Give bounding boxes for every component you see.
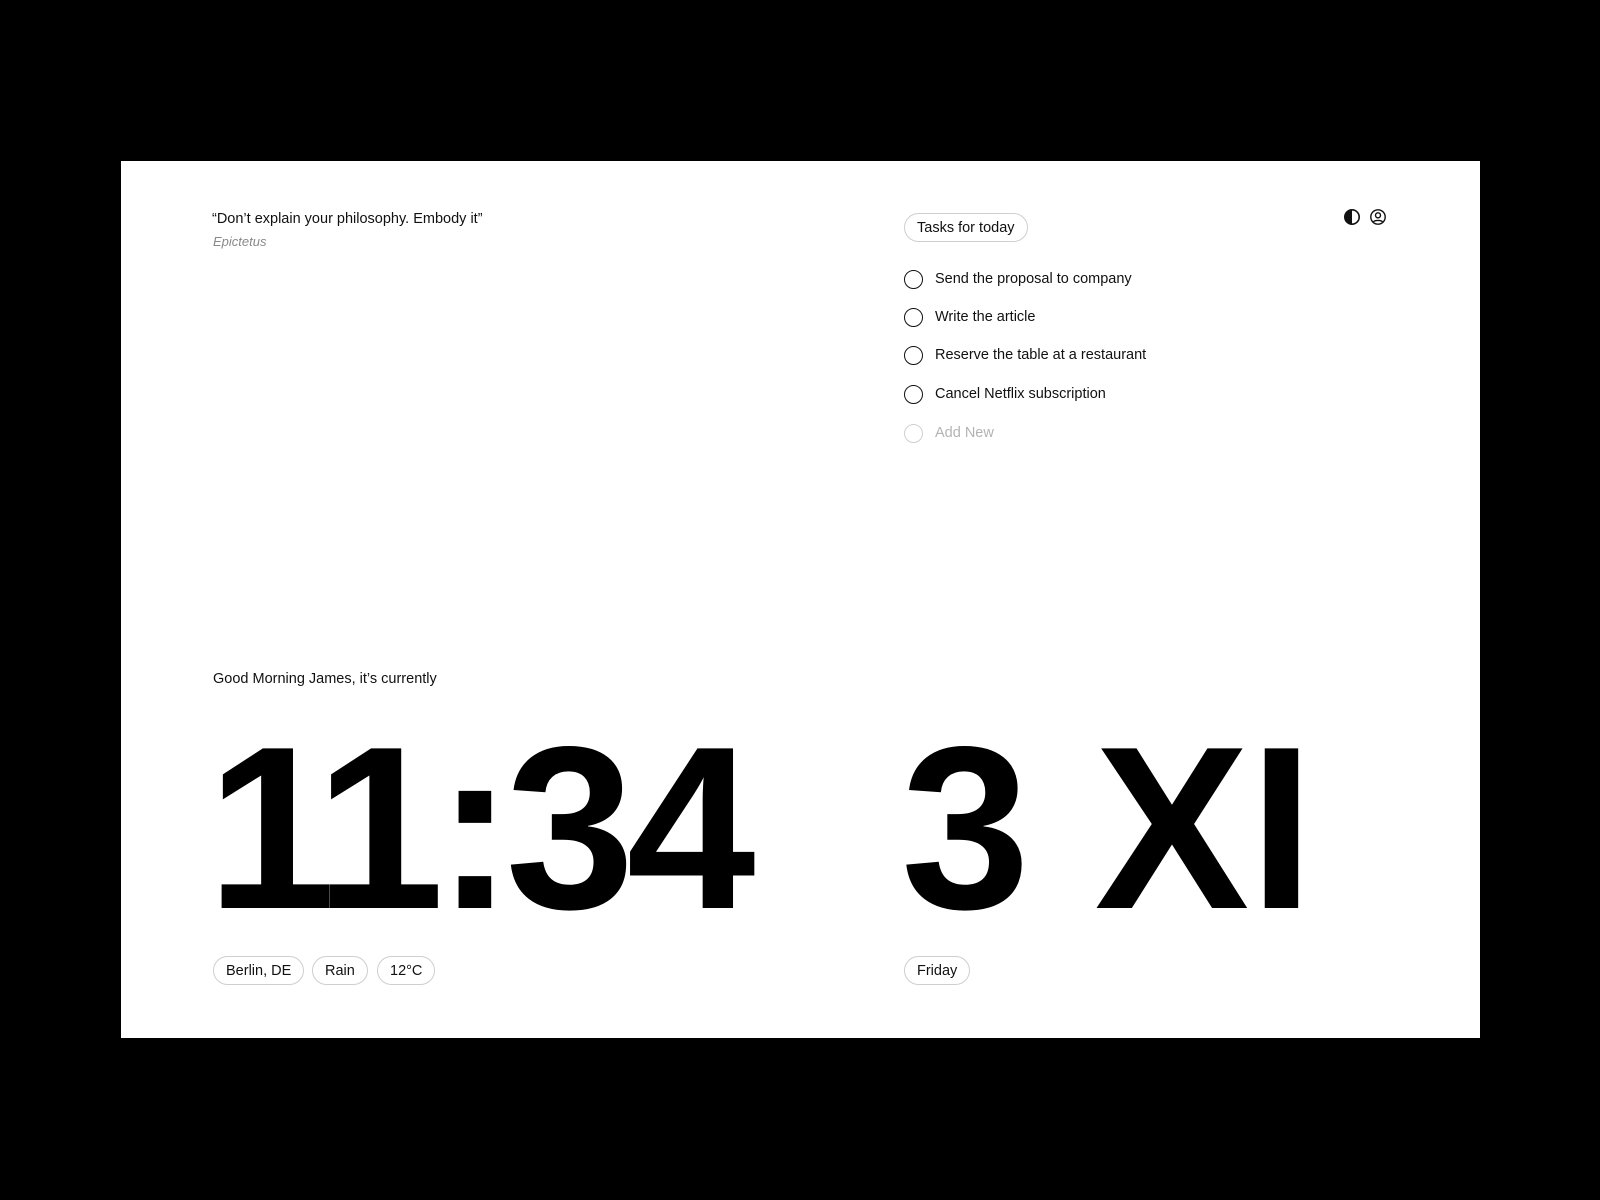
task-label: Reserve the table at a restaurant bbox=[935, 347, 1147, 363]
temperature-badge[interactable]: 12°C bbox=[377, 956, 436, 985]
task-item[interactable]: Reserve the table at a restaurant bbox=[904, 336, 1146, 374]
weather-condition-badge[interactable]: Rain bbox=[312, 956, 368, 985]
task-item[interactable]: Write the article bbox=[904, 298, 1146, 336]
add-task-label[interactable]: Add New bbox=[935, 425, 994, 441]
task-checkbox[interactable] bbox=[904, 307, 923, 327]
task-item[interactable]: Send the proposal to company bbox=[904, 260, 1146, 298]
task-list: Send the proposal to company Write the a… bbox=[904, 260, 1146, 452]
location-badge[interactable]: Berlin, DE bbox=[213, 956, 305, 985]
contrast-icon[interactable] bbox=[1343, 208, 1361, 226]
toolbar bbox=[1343, 208, 1387, 226]
clock-date: 3 XI bbox=[901, 699, 1314, 958]
weekday-badge[interactable]: Friday bbox=[904, 956, 971, 985]
task-checkbox[interactable] bbox=[904, 384, 923, 404]
greeting-text: Good Morning James, it’s currently bbox=[213, 671, 437, 687]
task-checkbox[interactable] bbox=[904, 269, 923, 289]
tasks-title-badge[interactable]: Tasks for today bbox=[904, 213, 1028, 242]
task-label: Cancel Netflix subscription bbox=[935, 386, 1106, 402]
add-task-checkbox[interactable] bbox=[904, 423, 923, 443]
task-item[interactable]: Cancel Netflix subscription bbox=[904, 374, 1146, 414]
task-label: Write the article bbox=[935, 309, 1036, 325]
quote-author: Epictetus bbox=[213, 234, 267, 249]
quote-text: “Don’t explain your philosophy. Embody i… bbox=[212, 211, 483, 227]
clock-time: 11:34 bbox=[207, 699, 756, 958]
dashboard-card: “Don’t explain your philosophy. Embody i… bbox=[121, 161, 1480, 1038]
user-icon[interactable] bbox=[1369, 208, 1387, 226]
add-task-item[interactable]: Add New bbox=[904, 414, 1146, 452]
task-label: Send the proposal to company bbox=[935, 271, 1132, 287]
task-checkbox[interactable] bbox=[904, 345, 923, 365]
